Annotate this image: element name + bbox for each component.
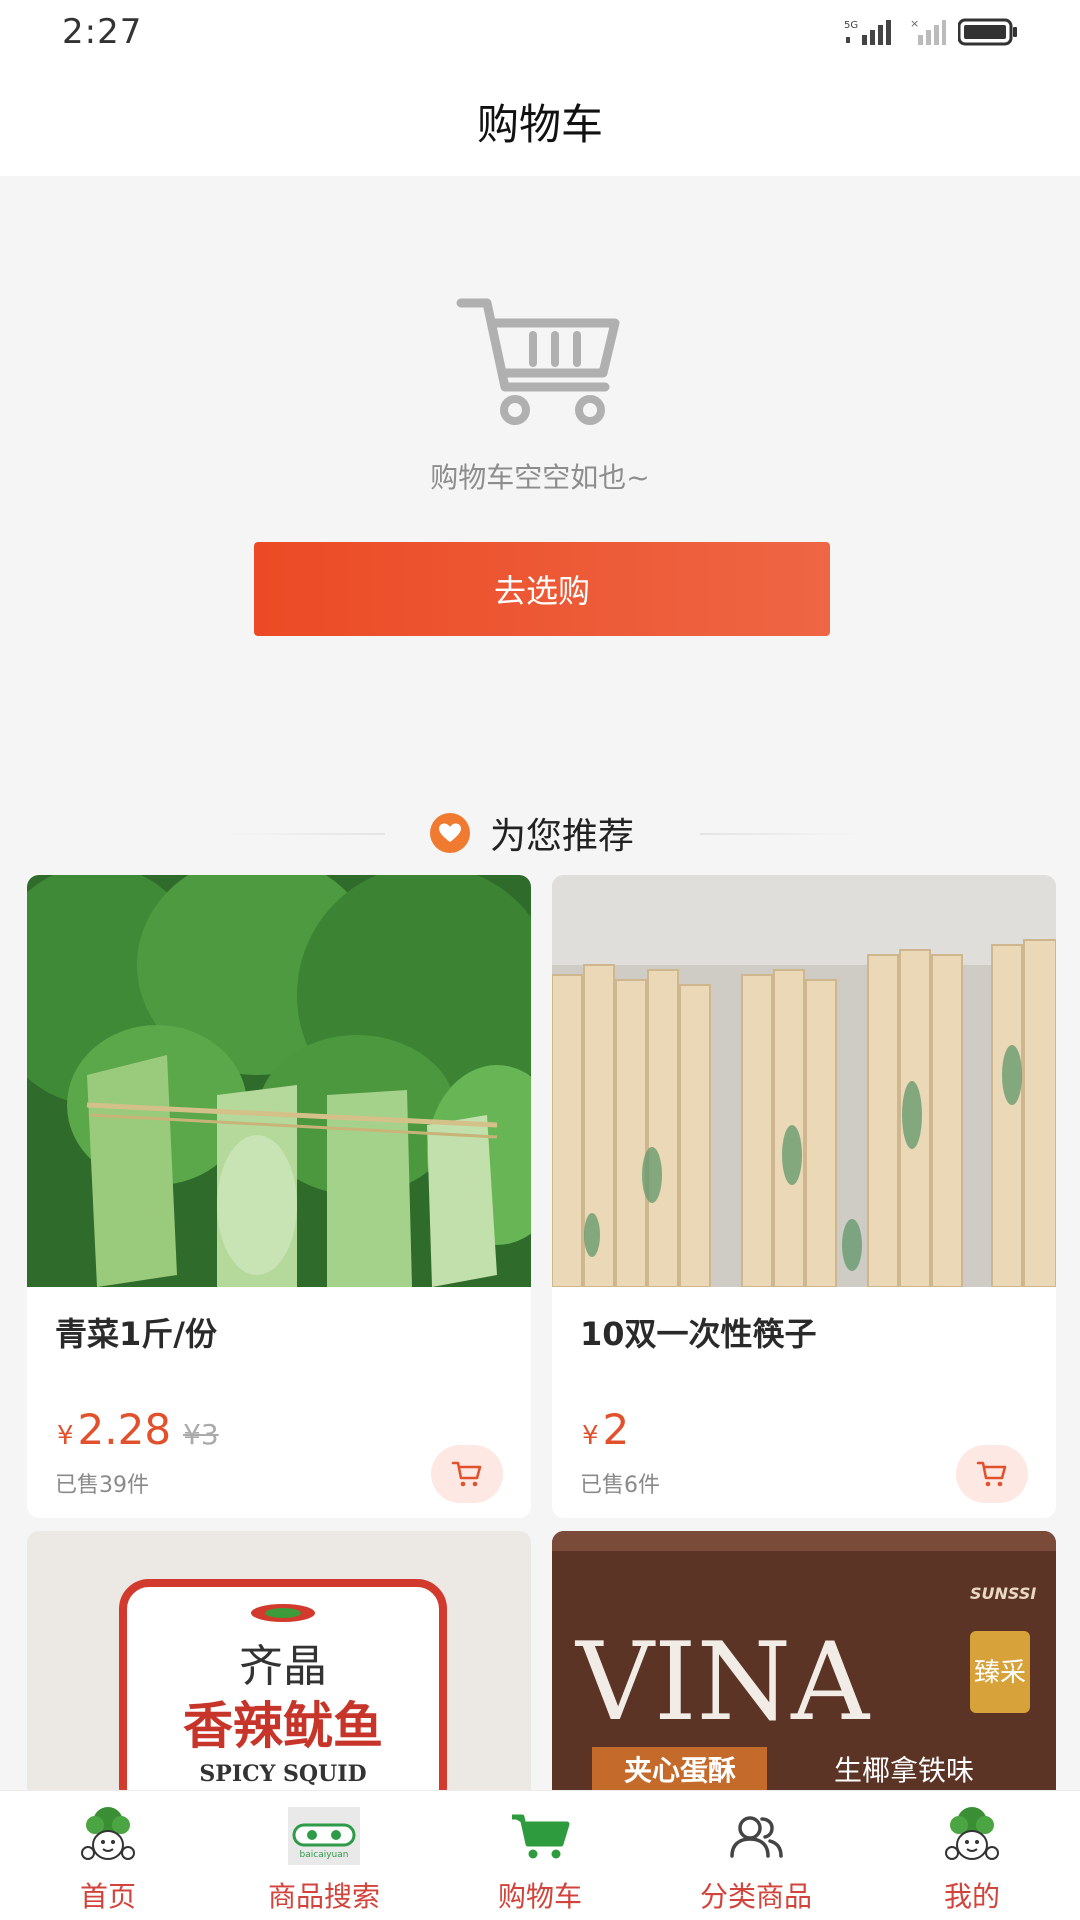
- add-to-cart-button[interactable]: [431, 1445, 503, 1503]
- nav-label: 我的: [943, 1880, 1000, 1913]
- status-bar: 2:27 5G ×: [0, 0, 1080, 66]
- nav-label: 首页: [79, 1880, 136, 1913]
- svg-text:SPICY SQUID: SPICY SQUID: [199, 1761, 366, 1787]
- nav-label: 购物车: [497, 1880, 582, 1913]
- signal-nosim-icon: ×: [910, 17, 946, 45]
- mascot-icon: [934, 1805, 1010, 1867]
- product-card[interactable]: SUNSSI VINA 臻采 夹心蛋酥 生椰拿铁味: [552, 1531, 1056, 1790]
- cart-icon: [451, 1461, 482, 1487]
- recommend-divider-left: [225, 833, 385, 835]
- svg-text:×: ×: [910, 17, 919, 30]
- status-icons: 5G ×: [844, 14, 1018, 50]
- original-price: ¥3: [183, 1418, 219, 1451]
- nav-item-search[interactable]: baicaiyuan 商品搜索: [216, 1791, 432, 1920]
- add-to-cart-button[interactable]: [956, 1445, 1028, 1503]
- product-name: 青菜1斤/份: [55, 1315, 217, 1353]
- currency-symbol: ¥: [582, 1421, 599, 1451]
- product-card[interactable]: 青菜1斤/份 ¥ 2.28 ¥3 已售39件: [27, 875, 531, 1518]
- svg-text:5G: 5G: [844, 20, 858, 31]
- recommend-title: 为您推荐: [490, 816, 635, 857]
- svg-text:baicaiyuan: baicaiyuan: [300, 1850, 349, 1860]
- price-row: ¥ 2.28 ¥3: [57, 1405, 219, 1454]
- product-price: 2.28: [77, 1405, 172, 1454]
- nav-item-profile[interactable]: 我的: [864, 1791, 1080, 1920]
- page-title: 购物车: [476, 99, 603, 149]
- svg-text:夹心蛋酥: 夹心蛋酥: [624, 1754, 736, 1787]
- product-image-chopsticks: [552, 875, 1056, 1287]
- currency-symbol: ¥: [57, 1421, 74, 1451]
- go-shopping-button[interactable]: 去选购: [254, 542, 830, 636]
- svg-text:生椰拿铁味: 生椰拿铁味: [834, 1754, 974, 1787]
- battery-icon: [958, 18, 1017, 46]
- nav-label: 分类商品: [699, 1880, 812, 1913]
- product-image-spicy-squid: 齐晶 香辣鱿鱼 SPICY SQUID: [27, 1531, 531, 1790]
- svg-text:SUNSSI: SUNSSI: [970, 1584, 1036, 1603]
- empty-cart-message: 购物车空空如也~: [430, 461, 650, 494]
- empty-cart-icon: [456, 298, 620, 425]
- brand-logo-icon: baicaiyuan: [286, 1805, 362, 1867]
- recommend-divider-right: [700, 833, 860, 835]
- svg-text:齐晶: 齐晶: [239, 1641, 327, 1692]
- nav-item-cart[interactable]: 购物车: [432, 1791, 648, 1920]
- users-icon: [718, 1805, 794, 1867]
- recommend-heading: 为您推荐: [428, 808, 634, 858]
- product-image-greens: [27, 875, 531, 1287]
- price-row: ¥ 2: [582, 1405, 629, 1454]
- page-header: 购物车: [0, 66, 1080, 176]
- nav-item-category[interactable]: 分类商品: [648, 1791, 864, 1920]
- status-time: 2:27: [62, 12, 143, 52]
- cart-icon: [502, 1805, 578, 1867]
- sold-count: 已售39件: [55, 1473, 149, 1498]
- signal-5g-icon: 5G: [844, 20, 891, 45]
- cart-icon: [976, 1461, 1007, 1487]
- svg-text:臻采: 臻采: [974, 1658, 1026, 1688]
- product-name: 10双一次性筷子: [580, 1315, 817, 1353]
- nav-label: 商品搜索: [267, 1880, 380, 1913]
- product-image-vina: SUNSSI VINA 臻采 夹心蛋酥 生椰拿铁味: [552, 1531, 1056, 1790]
- product-price: 2: [602, 1405, 630, 1454]
- mascot-icon: [70, 1805, 146, 1867]
- bottom-nav: 首页 baicaiyuan 商品搜索 购物车 分类商品 我的: [0, 1790, 1080, 1920]
- heart-icon: [430, 813, 470, 853]
- svg-text:香辣鱿鱼: 香辣鱿鱼: [183, 1697, 383, 1755]
- product-card[interactable]: 齐晶 香辣鱿鱼 SPICY SQUID: [27, 1531, 531, 1790]
- svg-text:VINA: VINA: [574, 1620, 871, 1745]
- sold-count: 已售6件: [580, 1473, 660, 1498]
- product-card[interactable]: 10双一次性筷子 ¥ 2 已售6件: [552, 875, 1056, 1518]
- nav-item-home[interactable]: 首页: [0, 1791, 216, 1920]
